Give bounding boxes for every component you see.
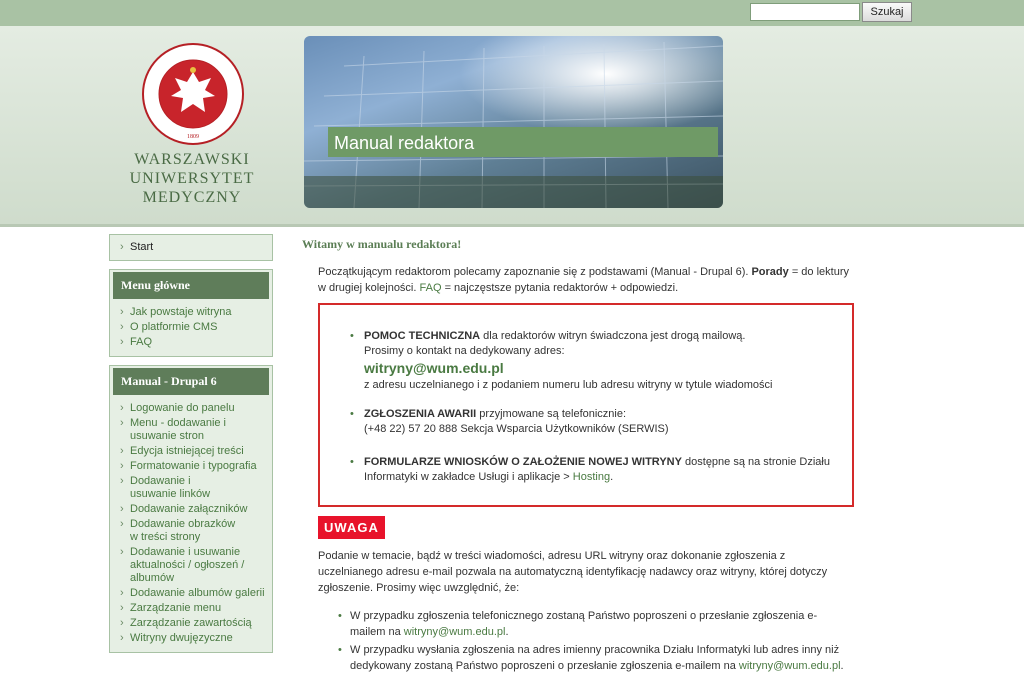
top-bar: Szukaj (0, 0, 1024, 26)
search-input[interactable] (750, 3, 860, 21)
bullet-icon: • (338, 610, 342, 622)
notice-list-item-2: • W przypadku wysłania zgłoszenia na adr… (338, 644, 844, 672)
faq-link[interactable]: FAQ (420, 282, 442, 294)
sidebar-item-logowanie[interactable]: Logowanie do panelu (110, 401, 272, 416)
notice-paragraph: Podanie w temacie, bądź w treści wiadomo… (318, 550, 828, 594)
notice-list-item-1: • W przypadku zgłoszenia telefonicznego … (338, 610, 818, 638)
email-link-2[interactable]: witryny@wum.edu.pl (739, 660, 841, 672)
sidebar-start-box: Start (109, 234, 273, 261)
sidebar-item-zarzadzanie-menu[interactable]: Zarządzanie menu (110, 601, 272, 616)
sidebar-item-menu-stron[interactable]: Menu - dodawanie i usuwanie stron (110, 416, 236, 444)
sidebar-item-obrazki[interactable]: Dodawanie obrazków w treści strony (110, 517, 251, 545)
banner-title: Manual redaktora (334, 133, 475, 153)
important-info-box: • POMOC TECHNICZNA dla redaktorów witryn… (318, 303, 854, 507)
intro-paragraph: Początkującym redaktorom polecamy zapozn… (318, 266, 849, 294)
manual-drupal-title: Manual - Drupal 6 (113, 368, 269, 395)
banner-title-box: Manual redaktora (328, 127, 718, 157)
bullet-icon: • (338, 644, 342, 656)
sidebar-item-albumy[interactable]: Dodawanie albumów galerii (110, 586, 272, 601)
sidebar-item-zarzadzanie-zawartoscia[interactable]: Zarządzanie zawartością (110, 616, 272, 631)
menu-glowne-box: Menu główne Jak powstaje witryna O platf… (109, 269, 273, 357)
formularze-item: • FORMULARZE WNIOSKÓW O ZAŁOŻENIE NOWEJ … (350, 456, 830, 483)
bullet-icon: • (350, 330, 354, 342)
sidebar-item-formatowanie[interactable]: Formatowanie i typografia (110, 459, 272, 474)
sidebar-item-start[interactable]: Start (110, 235, 272, 260)
bullet-icon: • (350, 408, 354, 420)
sidebar-item-witryny-dwujezyczne[interactable]: Witryny dwujęzyczne (110, 631, 272, 646)
sidebar-item-o-platformie[interactable]: O platformie CMS (110, 320, 272, 335)
sidebar: Start Menu główne Jak powstaje witryna O… (109, 234, 273, 661)
search-button[interactable]: Szukaj (862, 2, 912, 22)
sidebar-item-faq[interactable]: FAQ (110, 335, 272, 350)
building-photo (304, 36, 723, 208)
zgloszenia-awarii-item: • ZGŁOSZENIA AWARII przyjmowane są telef… (350, 408, 669, 435)
page-title: Witamy w manualu redaktora! (302, 237, 462, 251)
sidebar-item-zalaczniki[interactable]: Dodawanie załączników (110, 502, 272, 517)
warning-badge: UWAGA (318, 516, 385, 539)
support-email-link[interactable]: witryny@wum.edu.pl (364, 360, 504, 376)
header-banner: Manual redaktora (304, 36, 723, 208)
hosting-link[interactable]: Hosting (573, 471, 610, 483)
sidebar-item-aktualnosci[interactable]: Dodawanie i usuwanie aktualności / ogłos… (110, 545, 256, 586)
manual-drupal-box: Manual - Drupal 6 Logowanie do panelu Me… (109, 365, 273, 653)
email-link-1[interactable]: witryny@wum.edu.pl (404, 626, 506, 638)
university-name[interactable]: WARSZAWSKI UNIWERSYTET MEDYCZNY (110, 150, 274, 207)
sidebar-item-linki[interactable]: Dodawanie i usuwanie linków (110, 474, 246, 502)
sidebar-item-jak-powstaje[interactable]: Jak powstaje witryna (110, 305, 272, 320)
svg-text:1809: 1809 (187, 134, 199, 140)
pomoc-techniczna-item: • POMOC TECHNICZNA dla redaktorów witryn… (350, 330, 773, 391)
bullet-icon: • (350, 456, 354, 468)
menu-glowne-title: Menu główne (113, 272, 269, 299)
sidebar-item-edycja[interactable]: Edycja istniejącej treści (110, 444, 272, 459)
university-seal-logo[interactable]: 1809 (141, 42, 245, 146)
